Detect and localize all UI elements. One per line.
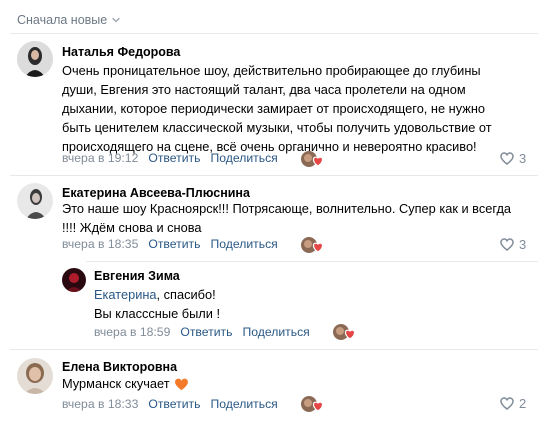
reactions-summary[interactable] — [301, 150, 327, 168]
share-button[interactable]: Поделиться — [210, 397, 277, 411]
orange-heart-icon — [174, 378, 188, 390]
mention-link[interactable]: Екатерина — [94, 287, 157, 302]
comment-text-line: !!!! Ждём снова и снова — [62, 220, 202, 235]
comment-meta: вчера в 18:59 Ответить Поделиться — [94, 325, 310, 339]
like-count: 3 — [519, 236, 527, 252]
like-button[interactable]: 3 — [499, 150, 526, 166]
comment-author[interactable]: Елена Викторовна — [62, 360, 177, 374]
comment-author[interactable]: Екатерина Авсеева-Плюснина — [62, 186, 250, 200]
reactions-summary[interactable] — [301, 236, 327, 254]
share-button[interactable]: Поделиться — [210, 151, 277, 165]
comment-meta: вчера в 19:12 Ответить Поделиться — [62, 151, 278, 165]
heart-icon — [500, 238, 514, 251]
heart-icon — [500, 397, 514, 410]
like-button[interactable]: 3 — [499, 236, 526, 252]
heart-icon — [500, 152, 514, 165]
reactions-summary[interactable] — [333, 323, 359, 341]
divider — [10, 349, 538, 350]
like-count: 2 — [519, 395, 527, 411]
reply-button[interactable]: Ответить — [148, 397, 200, 411]
share-button[interactable]: Поделиться — [210, 237, 277, 251]
avatar[interactable] — [17, 41, 53, 77]
comment-text-line: быть ценителем классической музыки, чтоб… — [62, 120, 492, 135]
comment-meta: вчера в 18:35 Ответить Поделиться — [62, 237, 278, 251]
comment-meta: вчера в 18:33 Ответить Поделиться — [62, 397, 278, 411]
comment-text-line: Очень проницательное шоу, действительно … — [62, 63, 481, 78]
comment-text: Это наше шоу Красноярск!!! Потрясающе, в… — [62, 199, 537, 237]
comment-text: Мурманск скучает — [62, 374, 189, 393]
comment-time[interactable]: вчера в 19:12 — [62, 151, 138, 165]
sort-label: Сначала новые — [17, 13, 108, 27]
chevron-down-icon — [112, 17, 120, 23]
comment-author[interactable]: Евгения Зима — [94, 269, 180, 283]
reply-button[interactable]: Ответить — [180, 325, 232, 339]
comment-text-line: души, Евгения это настоящий талант, два … — [62, 82, 466, 97]
comment-time[interactable]: вчера в 18:35 — [62, 237, 138, 251]
comment-author[interactable]: Наталья Федорова — [62, 45, 180, 59]
reply-button[interactable]: Ответить — [148, 237, 200, 251]
avatar[interactable] — [17, 183, 53, 219]
comment-text-line: Это наше шоу Красноярск!!! Потрясающе, в… — [62, 201, 512, 216]
comment-time[interactable]: вчера в 18:59 — [94, 325, 170, 339]
comment-text-line: Мурманск скучает — [62, 376, 170, 391]
comment-time[interactable]: вчера в 18:33 — [62, 397, 138, 411]
avatar[interactable] — [17, 358, 53, 394]
avatar[interactable] — [62, 268, 86, 292]
reactions-summary[interactable] — [301, 395, 327, 413]
comment-text: Очень проницательное шоу, действительно … — [62, 61, 532, 156]
like-button[interactable]: 2 — [499, 395, 526, 411]
like-count: 3 — [519, 150, 527, 166]
comment-text-line: Вы класссные были ! — [94, 306, 221, 321]
comment-text-line: дыхании, которое периодически замирает о… — [62, 101, 486, 116]
comment-text: Екатерина, спасибо! Вы класссные были ! — [94, 285, 534, 323]
comment-text-part: , спасибо! — [156, 287, 216, 302]
divider — [10, 175, 538, 176]
divider — [86, 261, 538, 262]
reply-button[interactable]: Ответить — [148, 151, 200, 165]
share-button[interactable]: Поделиться — [242, 325, 309, 339]
divider — [10, 33, 538, 34]
sort-dropdown[interactable]: Сначала новые — [17, 13, 121, 27]
